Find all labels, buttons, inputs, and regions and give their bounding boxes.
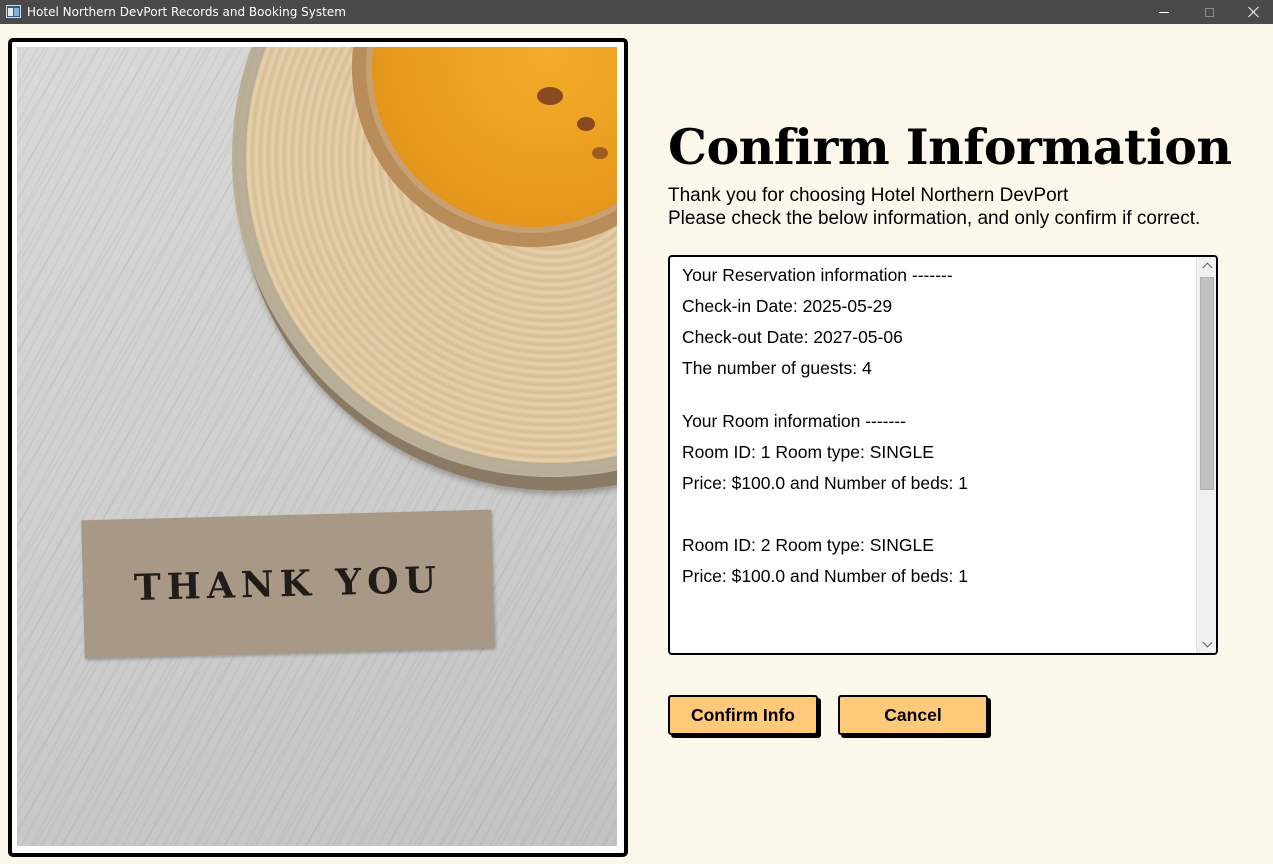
maximize-button[interactable] <box>1187 0 1231 24</box>
photo-frame: THANK YOU <box>8 38 628 857</box>
guest-count: The number of guests: 4 <box>682 358 872 378</box>
maximize-icon <box>1204 7 1214 17</box>
room-2-id-type: Room ID: 2 Room type: SINGLE <box>682 535 934 555</box>
check-out-date: Check-out Date: 2027-05-06 <box>682 327 903 347</box>
minimize-button[interactable] <box>1142 0 1186 24</box>
chevron-up-icon <box>1202 262 1212 273</box>
tart-spot <box>592 147 608 159</box>
tart-spot <box>577 117 595 131</box>
window-titlebar: Hotel Northern DevPort Records and Booki… <box>0 0 1273 24</box>
chevron-down-icon <box>1202 637 1212 648</box>
subtext-line-1: Thank you for choosing Hotel Northern De… <box>668 185 1069 206</box>
page-title: Confirm Information <box>668 118 1232 176</box>
check-in-date: Check-in Date: 2025-05-29 <box>682 296 893 316</box>
room-2-price-beds: Price: $100.0 and Number of beds: 1 <box>682 566 969 586</box>
vertical-scrollbar[interactable] <box>1196 257 1216 653</box>
scroll-down-button[interactable] <box>1197 636 1216 653</box>
cancel-button[interactable]: Cancel <box>838 695 988 735</box>
app-icon <box>6 5 21 18</box>
close-icon <box>1248 6 1260 18</box>
window-title: Hotel Northern DevPort Records and Booki… <box>27 5 346 19</box>
tag-text: THANK YOU <box>133 558 443 610</box>
page-subtext: Thank you for choosing Hotel Northern De… <box>668 184 1200 230</box>
minimize-icon <box>1159 11 1169 13</box>
paper-tag: THANK YOU <box>81 509 495 659</box>
tart-spot <box>537 87 563 105</box>
info-textarea[interactable]: Your Reservation information ------- Che… <box>668 255 1218 655</box>
subtext-line-2: Please check the below information, and … <box>668 208 1201 229</box>
room-1-id-type: Room ID: 1 Room type: SINGLE <box>682 442 934 462</box>
scroll-thumb[interactable] <box>1200 277 1214 490</box>
confirm-info-button[interactable]: Confirm Info <box>668 695 818 735</box>
room-header: Your Room information ------- <box>682 411 906 431</box>
thank-you-photo: THANK YOU <box>17 47 617 846</box>
info-content: Your Reservation information ------- Che… <box>682 263 1192 595</box>
close-button[interactable] <box>1232 0 1273 24</box>
room-1-price-beds: Price: $100.0 and Number of beds: 1 <box>682 473 969 493</box>
scroll-up-button[interactable] <box>1197 257 1216 274</box>
reservation-header: Your Reservation information ------- <box>682 265 953 285</box>
